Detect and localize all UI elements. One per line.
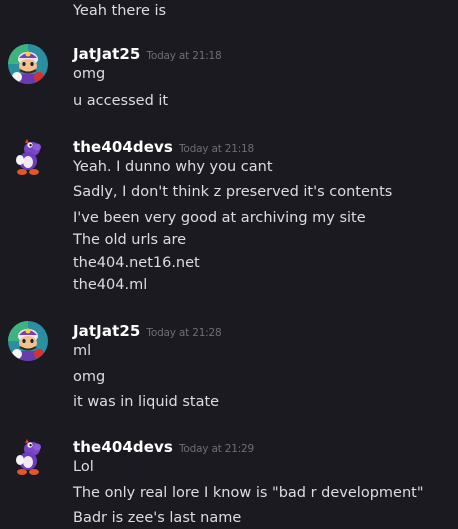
purple-yoshi-avatar[interactable] [8,437,48,477]
wario-avatar[interactable] [8,321,48,361]
message-text: ml [73,343,92,359]
message-text: Lol [73,459,94,475]
timestamp[interactable]: Today at 21:18 [146,50,221,62]
message-text: u accessed it [73,93,169,109]
wario-avatar[interactable] [8,44,48,84]
message-text: omg [73,66,106,82]
timestamp[interactable]: Today at 21:29 [179,443,254,455]
message-text: Badr is zee's last name [73,510,242,526]
message-header: JatJat25 Today at 21:18 [73,44,222,63]
message-text: it was in liquid state [73,394,220,410]
username[interactable]: JatJat25 [73,45,140,63]
message-header: the404devs Today at 21:18 [73,137,254,156]
username[interactable]: JatJat25 [73,322,140,340]
message-text: Sadly, I don't think z preserved it's co… [73,184,393,200]
message-text: The old urls are [73,232,187,248]
message-text: The only real lore I know is "bad r deve… [73,485,424,501]
purple-yoshi-avatar[interactable] [8,137,48,177]
message-text: Yeah there is [73,3,167,19]
timestamp[interactable]: Today at 21:28 [146,327,221,339]
timestamp[interactable]: Today at 21:18 [179,143,254,155]
message-text: omg [73,369,106,385]
chat-message-list[interactable]: Yeah there is JatJat25 Today at 21:18 omg [0,0,458,529]
username[interactable]: the404devs [73,138,173,156]
message-header: the404devs Today at 21:29 [73,437,254,456]
username[interactable]: the404devs [73,438,173,456]
message-text: Yeah. I dunno why you cant [73,159,273,175]
message-text: I've been very good at archiving my site [73,210,366,226]
message-text: the404.ml [73,277,148,293]
message-text: the404.net16.net [73,255,200,271]
message-header: JatJat25 Today at 21:28 [73,321,222,340]
